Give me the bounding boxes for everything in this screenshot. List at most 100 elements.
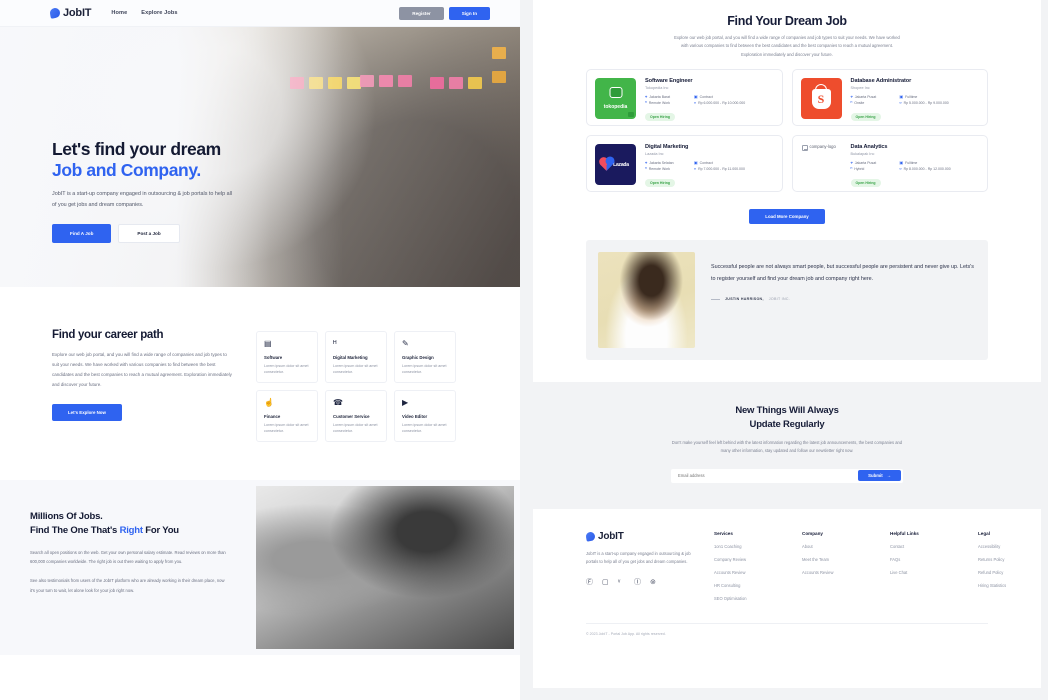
nav-item-explore-jobs[interactable]: Explore Jobs	[141, 10, 177, 16]
status-badge: Open Hiring	[850, 113, 881, 122]
footer-link[interactable]: Company Review	[714, 557, 802, 562]
lazada-wordmark: Lazada	[613, 161, 629, 168]
category-description: Lorem ipsum dolor sit amet consectetur.	[402, 423, 447, 434]
footer-link[interactable]: Accounts Review	[714, 570, 802, 575]
email-input[interactable]	[678, 473, 859, 479]
headset-icon: ☎	[333, 398, 343, 407]
status-badge: Open Hiring	[850, 179, 881, 188]
tokopedia-logo: tokopedia	[595, 78, 636, 120]
job-company: Shopee Inc	[850, 86, 870, 91]
location-pin-icon: ⌖	[645, 94, 648, 100]
job-title: Software Engineer	[645, 78, 693, 85]
footer-link[interactable]: About	[802, 544, 890, 549]
footer-link[interactable]: SEO Optimisation	[714, 596, 802, 601]
career-paragraph: Explore our web job portal, and you will…	[52, 352, 232, 388]
post-a-job-button[interactable]: Post a Job	[118, 223, 180, 243]
arrow-right-icon: →	[886, 473, 891, 479]
broken-image-icon	[801, 145, 808, 152]
jobit-logo-icon	[585, 530, 596, 542]
job-title: Digital Marketing	[645, 144, 689, 151]
brand-logo[interactable]: JobIT	[49, 7, 92, 19]
job-type: ▣ Fulltime	[899, 160, 918, 166]
testimonial-avatar	[598, 252, 695, 349]
footer-brand-block: JobIT JobIT is a start-up company engage…	[585, 530, 704, 601]
footer-column-heading: Company	[802, 530, 823, 536]
explore-now-button[interactable]: Let's Explore Now	[52, 403, 122, 421]
find-a-job-button[interactable]: Find A Job	[52, 223, 112, 243]
footer-link[interactable]: Meet the Team	[802, 557, 890, 562]
jobit-logo-icon	[49, 7, 61, 19]
paint-brush-icon: ✎	[402, 339, 409, 348]
job-card[interactable]: company-logo Data Analytics Bukalapak Inc ⌖…	[791, 135, 988, 193]
job-card[interactable]: Lazada Digital Marketing Lazada Inc ⌖ Jakart…	[586, 135, 783, 193]
lazada-heart-icon	[600, 158, 613, 172]
briefcase-icon: ▣	[693, 94, 698, 100]
nav-item-home[interactable]: Home	[111, 10, 127, 16]
signin-button[interactable]: Sign In	[448, 6, 490, 20]
job-location: ⌖ Jakarta Pusat	[850, 160, 877, 166]
job-info: Software Engineer Tokopedia Inc ⌖ Jakarta B…	[645, 78, 774, 122]
job-salary: ¤ Rp 5.000.000 - Rp 9.000.000	[899, 100, 949, 106]
footer-brand-name: JobIT	[598, 530, 624, 542]
job-work-mode: ᴴ Remote Work	[645, 100, 671, 106]
footer-link[interactable]: Hiring Statistics	[978, 583, 1048, 588]
load-more-company-button[interactable]: Load More Company	[749, 209, 825, 225]
job-meta: ⌖ Jakarta Barat ▣ Contract ᴴ Remote Work ¤ Rp 6…	[645, 93, 774, 106]
hero-title-line-1: Let's find your dream	[52, 139, 221, 159]
millions-text: Millions Of Jobs. Find The One That's Ri…	[0, 480, 256, 655]
landing-page-left-pane: JobIT Home Explore Jobs Register Sign In	[0, 0, 520, 700]
submit-button[interactable]: Submit →	[858, 470, 901, 482]
job-card[interactable]: tokopedia Software Engineer Tokopedia Inc ⌖…	[586, 69, 783, 127]
nav-links: Home Explore Jobs	[111, 10, 177, 16]
millions-paragraph-2: See also testimonials from users of the …	[30, 578, 225, 593]
newsletter-form: Submit →	[671, 468, 903, 483]
dribbble-icon[interactable]: ⊚	[650, 579, 657, 586]
footer-link[interactable]: Returns Policy	[978, 557, 1048, 562]
footer-link[interactable]: Refund Policy	[978, 570, 1048, 575]
instagram-icon[interactable]: ▢	[602, 579, 609, 586]
briefcase-icon: ▣	[693, 160, 698, 166]
job-meta: ⌖ Jakarta Pusat ▣ Fulltime ᴴ Onsite ¤ Rp 5.000.…	[851, 93, 980, 106]
footer-link[interactable]: Contact	[890, 544, 978, 549]
github-icon[interactable]: Ⓘ	[634, 579, 641, 586]
category-card[interactable]: ☎ Customer Service Lorem ipsum dolor sit a…	[325, 390, 387, 442]
hero-content: Let's find your dream Job and Company. J…	[52, 139, 262, 243]
footer-link[interactable]: Accounts Review	[802, 570, 890, 575]
twitter-icon[interactable]: ᵛ	[618, 579, 625, 586]
category-card[interactable]: ▤ Software Lorem ipsum dolor sit amet cons…	[256, 331, 318, 383]
status-badge: Open Hiring	[645, 113, 676, 122]
hero-title-line-2: Job and Company.	[52, 159, 201, 180]
briefcase-icon: ▣	[899, 160, 904, 166]
footer-link[interactable]: FAQs	[890, 557, 978, 562]
category-card[interactable]: ✎ Graphic Design Lorem ipsum dolor sit ame…	[394, 331, 456, 383]
tokopedia-mascot-icon	[609, 87, 622, 99]
career-path-section: Find your career path Explore our web jo…	[0, 287, 520, 472]
bar-chart-icon: ᴴ	[850, 166, 853, 172]
footer-link[interactable]: 1on1 Coaching	[714, 544, 802, 549]
footer-link[interactable]: Live Chat	[890, 570, 978, 575]
testimonial-attribution: JUSTIN HARRISON, JOBIT INC.	[711, 297, 976, 301]
category-card[interactable]: ▶ Video Editor Lorem ipsum dolor sit amet …	[394, 390, 456, 442]
category-title: Finance	[264, 414, 281, 419]
shopee-logo: S	[800, 78, 842, 120]
footer-column-heading: Services	[714, 530, 733, 536]
hero-section: Let's find your dream Job and Company. J…	[0, 27, 520, 287]
footer-logo[interactable]: JobIT	[585, 530, 704, 542]
millions-heading-line-1: Millions Of Jobs.	[30, 511, 103, 522]
job-card[interactable]: S Database Administrator Shopee Inc ⌖ Jakart…	[791, 69, 988, 127]
register-button[interactable]: Register	[399, 6, 444, 20]
footer-column: Services 1on1 Coaching Company Review Accou…	[714, 531, 802, 601]
footer: JobIT JobIT is a start-up company engage…	[533, 508, 1041, 601]
category-card[interactable]: ᴴ Digital Marketing Lorem ipsum dolor sit …	[325, 331, 387, 383]
facebook-icon[interactable]: Ⓕ	[586, 579, 593, 586]
newsletter-paragraph: Don't make yourself feel left behind wit…	[671, 439, 903, 454]
hero-paragraph: JobIT is a start-up company engaged in o…	[52, 191, 232, 209]
location-pin-icon: ⌖	[850, 160, 853, 166]
dream-job-paragraph: Explore our web job portal, and you will…	[674, 35, 900, 57]
tokopedia-wordmark: tokopedia	[603, 104, 628, 111]
job-salary: ¤ Rp 6.000.000 - Rp 10.000.000	[693, 100, 746, 106]
brand-name: JobIT	[63, 7, 92, 19]
category-card[interactable]: ☝ Finance Lorem ipsum dolor sit amet conse…	[256, 390, 318, 442]
footer-link[interactable]: Accessibility	[978, 544, 1048, 549]
footer-link[interactable]: HR Consulting	[714, 583, 802, 588]
